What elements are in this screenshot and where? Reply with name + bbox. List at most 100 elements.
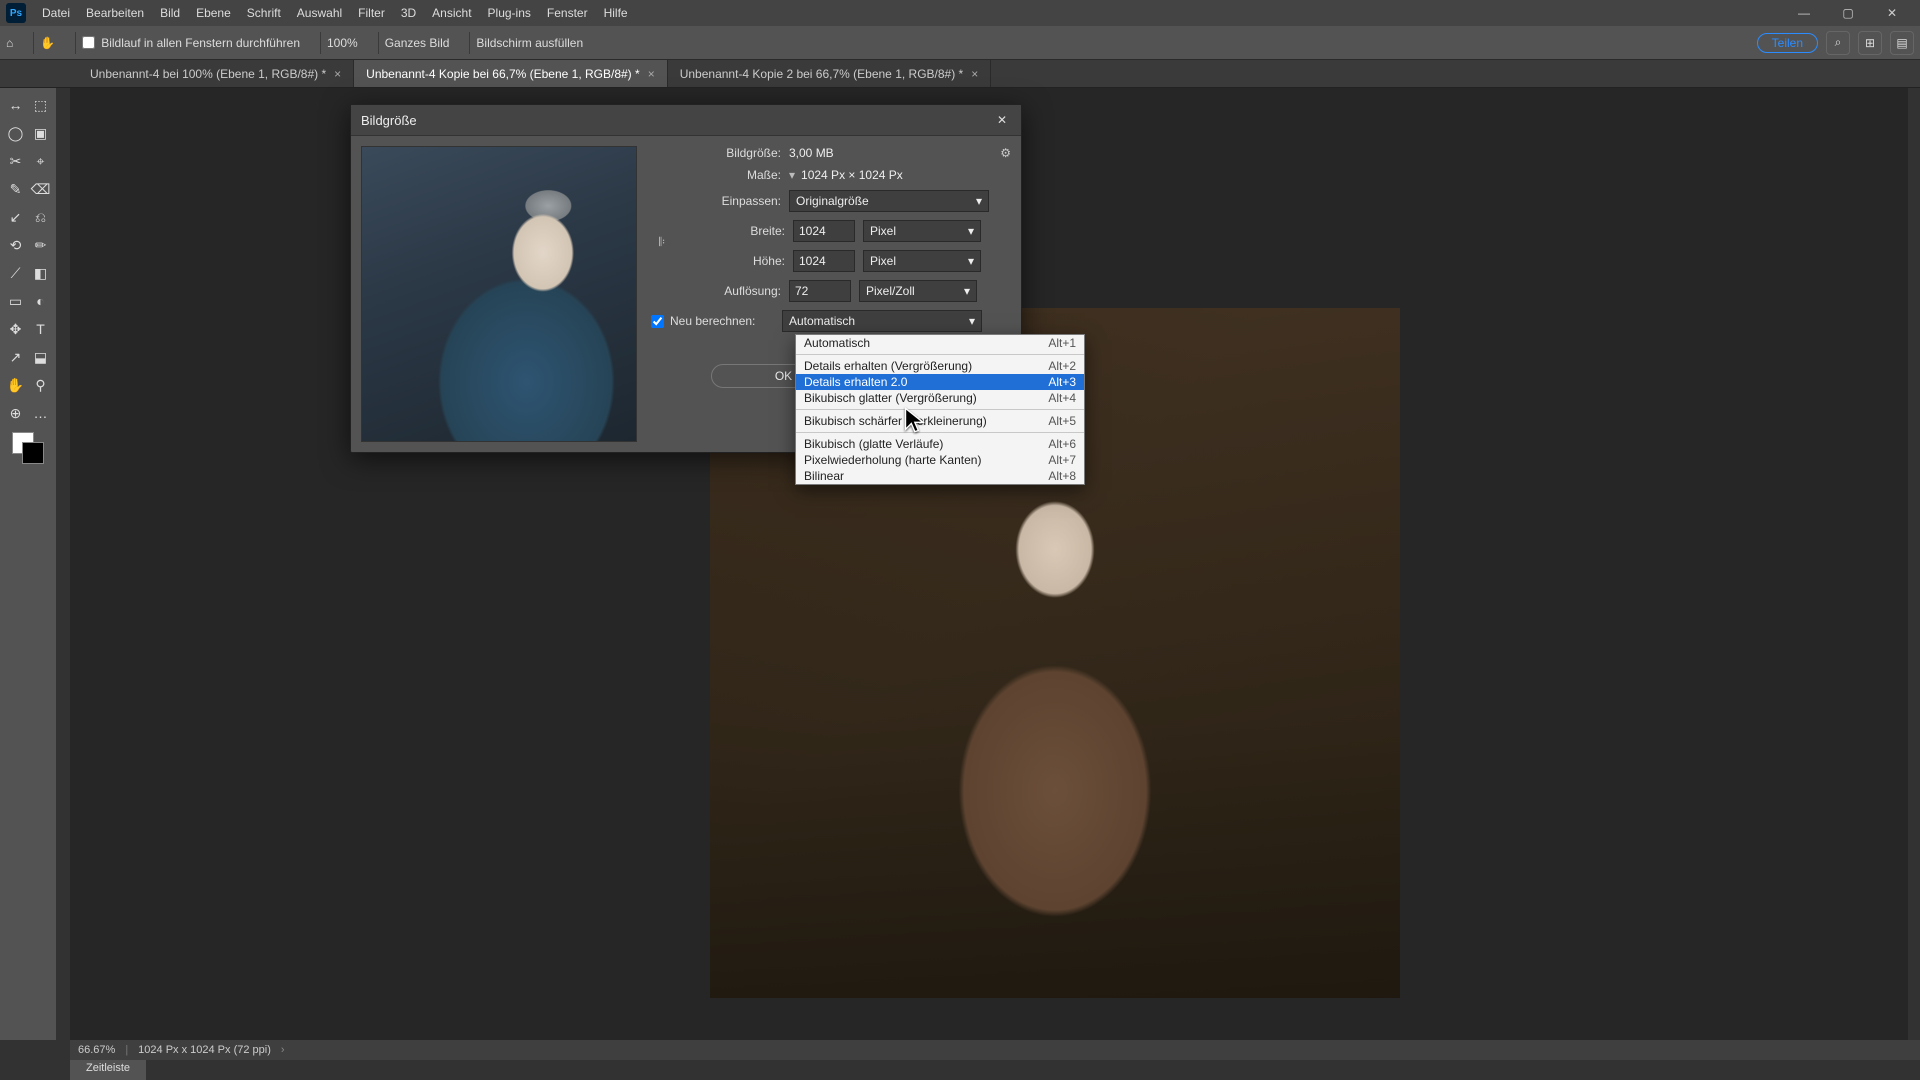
tool-22[interactable]: ⊕	[4, 400, 27, 426]
menu-datei[interactable]: Datei	[34, 6, 78, 20]
document-tabs: Unbenannt-4 bei 100% (Ebene 1, RGB/8#) *…	[0, 60, 1920, 88]
hand-tool-icon[interactable]: ✋	[40, 36, 55, 50]
tool-19[interactable]: ⬓	[29, 344, 52, 370]
dropdown-item[interactable]: Bikubisch schärfer (Verkleinerung)Alt+5	[796, 413, 1084, 429]
tool-21[interactable]: ⚲	[29, 372, 52, 398]
tool-20[interactable]: ✋	[4, 372, 27, 398]
window-close-icon[interactable]: ✕	[1870, 6, 1914, 20]
window-minimize-icon[interactable]: —	[1782, 6, 1826, 20]
window-maximize-icon[interactable]: ▢	[1826, 6, 1870, 20]
menu-3d[interactable]: 3D	[393, 6, 424, 20]
dropdown-item-label: Bikubisch glatter (Vergrößerung)	[804, 391, 1048, 405]
menu-bild[interactable]: Bild	[152, 6, 188, 20]
tool-1[interactable]: ⬚	[29, 92, 52, 118]
tab-label: Unbenannt-4 bei 100% (Ebene 1, RGB/8#) *	[90, 67, 326, 81]
dropdown-item-shortcut: Alt+6	[1048, 437, 1076, 451]
tool-3[interactable]: ▣	[29, 120, 52, 146]
dropdown-item-label: Details erhalten 2.0	[804, 375, 1048, 389]
resample-checkbox[interactable]	[651, 315, 664, 328]
document-tab[interactable]: Unbenannt-4 Kopie 2 bei 66,7% (Ebene 1, …	[668, 60, 992, 87]
dropdown-item-label: Pixelwiederholung (harte Kanten)	[804, 453, 1048, 467]
close-tab-icon[interactable]: ×	[648, 67, 655, 81]
menu-fenster[interactable]: Fenster	[539, 6, 596, 20]
filesize-label: Bildgröße:	[651, 146, 789, 160]
menu-bearbeiten[interactable]: Bearbeiten	[78, 6, 152, 20]
dropdown-item-shortcut: Alt+2	[1048, 359, 1076, 373]
gear-icon[interactable]: ⚙	[1000, 146, 1011, 160]
filesize-value: 3,00 MB	[789, 146, 834, 160]
menu-ansicht[interactable]: Ansicht	[424, 6, 479, 20]
panel-toggle-icon[interactable]: ▤	[1890, 31, 1914, 55]
tool-23[interactable]: …	[29, 400, 52, 426]
menu-schrift[interactable]: Schrift	[239, 6, 289, 20]
dropdown-item[interactable]: BilinearAlt+8	[796, 468, 1084, 484]
menu-filter[interactable]: Filter	[350, 6, 393, 20]
scroll-all-windows-checkbox[interactable]: Bildlauf in allen Fenstern durchführen	[82, 36, 300, 50]
fit-to-select[interactable]: Originalgröße ▾	[789, 190, 989, 212]
tool-15[interactable]: ◐	[29, 288, 52, 314]
tool-11[interactable]: ✏	[29, 232, 52, 258]
home-icon[interactable]: ⌂	[6, 36, 13, 50]
share-button[interactable]: Teilen	[1757, 33, 1818, 53]
height-unit-select[interactable]: Pixel ▾	[863, 250, 981, 272]
tool-4[interactable]: ✂	[4, 148, 27, 174]
close-icon[interactable]: ✕	[993, 111, 1011, 129]
dropdown-item-shortcut: Alt+5	[1048, 414, 1076, 428]
timeline-panel-tab[interactable]: Zeitleiste	[70, 1060, 146, 1080]
tool-12[interactable]: ⟋	[4, 260, 27, 286]
dropdown-item[interactable]: Bikubisch glatter (Vergrößerung)Alt+4	[796, 390, 1084, 406]
chevron-down-icon[interactable]: ▾	[789, 168, 795, 182]
menu-ebene[interactable]: Ebene	[188, 6, 239, 20]
dropdown-item[interactable]: Details erhalten (Vergrößerung)Alt+2	[796, 358, 1084, 374]
menu-hilfe[interactable]: Hilfe	[596, 6, 636, 20]
menu-auswahl[interactable]: Auswahl	[289, 6, 350, 20]
fill-screen-button[interactable]: Bildschirm ausfüllen	[476, 36, 583, 50]
tool-6[interactable]: ✎	[4, 176, 27, 202]
workspace-icon[interactable]: ⊞	[1858, 31, 1882, 55]
dropdown-item-shortcut: Alt+7	[1048, 453, 1076, 467]
resolution-unit-select[interactable]: Pixel/Zoll ▾	[859, 280, 977, 302]
search-icon[interactable]: ⌕	[1826, 31, 1850, 55]
tool-10[interactable]: ⟲	[4, 232, 27, 258]
tool-8[interactable]: ↙	[4, 204, 27, 230]
tool-9[interactable]: ⎌	[29, 204, 52, 230]
resample-method-select[interactable]: Automatisch ▾	[782, 310, 982, 332]
document-tab[interactable]: Unbenannt-4 Kopie bei 66,7% (Ebene 1, RG…	[354, 60, 668, 87]
tool-13[interactable]: ◧	[29, 260, 52, 286]
dropdown-item-label: Details erhalten (Vergrößerung)	[804, 359, 1048, 373]
dropdown-item-shortcut: Alt+8	[1048, 469, 1076, 483]
height-input[interactable]	[793, 250, 855, 272]
dropdown-item-label: Bilinear	[804, 469, 1048, 483]
tool-16[interactable]: ✥	[4, 316, 27, 342]
tool-5[interactable]: ⌖	[29, 148, 52, 174]
width-input[interactable]	[793, 220, 855, 242]
app-logo: Ps	[6, 3, 26, 23]
tool-17[interactable]: T	[29, 316, 52, 342]
tool-0[interactable]: ↔	[4, 92, 27, 118]
width-unit-select[interactable]: Pixel ▾	[863, 220, 981, 242]
tool-2[interactable]: ◯	[4, 120, 27, 146]
chevron-right-icon[interactable]: ›	[281, 1044, 285, 1056]
zoom-level-select[interactable]: 100%	[327, 36, 358, 50]
tool-14[interactable]: ▭	[4, 288, 27, 314]
toolbox: ↔⬚◯▣✂⌖✎⌫↙⎌⟲✏⟋◧▭◐✥T↗⬓✋⚲⊕…	[0, 88, 56, 1040]
status-bar: 66.67% | 1024 Px x 1024 Px (72 ppi) ›	[70, 1040, 1920, 1060]
menu-plug-ins[interactable]: Plug-ins	[480, 6, 539, 20]
close-tab-icon[interactable]: ×	[971, 67, 978, 81]
dropdown-item[interactable]: AutomatischAlt+1	[796, 335, 1084, 351]
resolution-input[interactable]	[789, 280, 851, 302]
dropdown-item[interactable]: Bikubisch (glatte Verläufe)Alt+6	[796, 436, 1084, 452]
close-tab-icon[interactable]: ×	[334, 67, 341, 81]
dropdown-item[interactable]: Details erhalten 2.0Alt+3	[796, 374, 1084, 390]
document-tab[interactable]: Unbenannt-4 bei 100% (Ebene 1, RGB/8#) *…	[78, 60, 354, 87]
status-zoom[interactable]: 66.67%	[78, 1044, 115, 1056]
background-color[interactable]	[22, 442, 44, 464]
tool-18[interactable]: ↗	[4, 344, 27, 370]
color-swatches[interactable]	[4, 428, 52, 468]
tool-7[interactable]: ⌫	[29, 176, 52, 202]
fit-whole-image-button[interactable]: Ganzes Bild	[385, 36, 450, 50]
resolution-label: Auflösung:	[651, 284, 789, 298]
link-icon[interactable]: 𝄆	[655, 235, 669, 250]
dropdown-item[interactable]: Pixelwiederholung (harte Kanten)Alt+7	[796, 452, 1084, 468]
dialog-preview-image	[361, 146, 637, 442]
